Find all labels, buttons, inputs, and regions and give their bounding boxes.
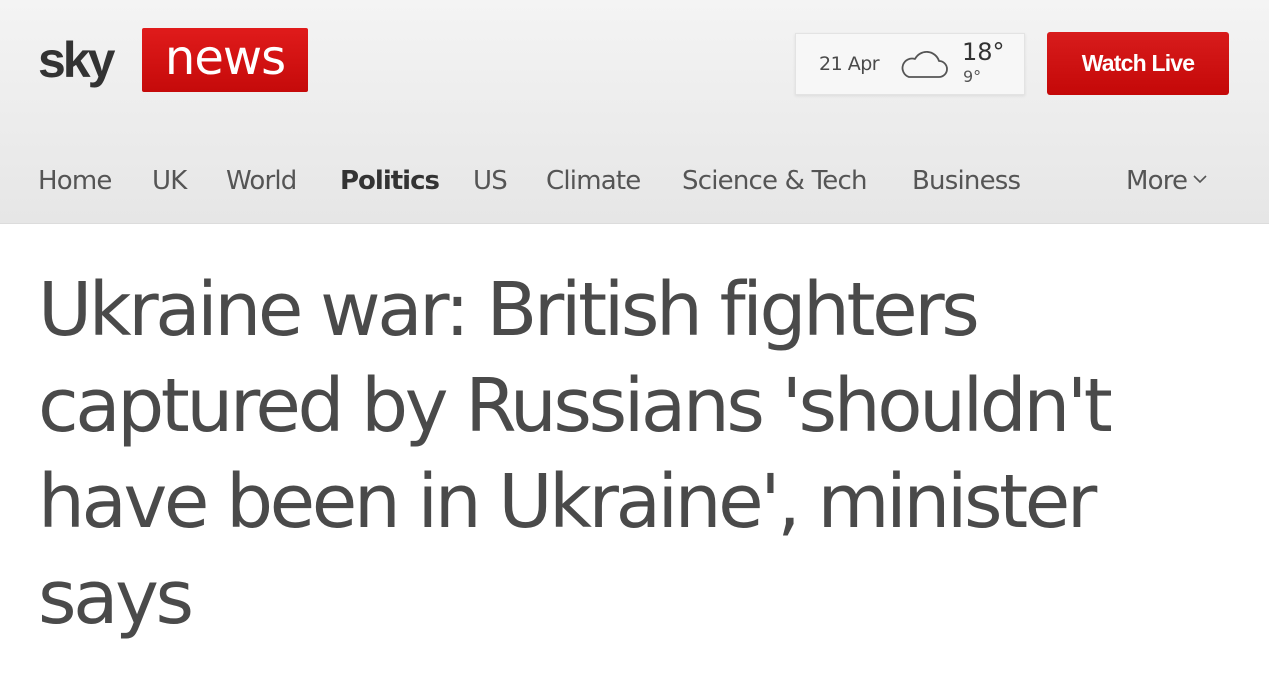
nav-item-us[interactable]: US xyxy=(473,166,508,196)
site-header: sky news 21 Apr 18° 9° Watch Live Home U… xyxy=(0,0,1269,224)
weather-high-temp: 18° xyxy=(962,38,1005,66)
weather-low-temp: 9° xyxy=(963,67,982,86)
nav-item-uk[interactable]: UK xyxy=(152,166,187,196)
nav-item-climate[interactable]: Climate xyxy=(546,166,641,196)
nav-item-world[interactable]: World xyxy=(226,166,297,196)
cloud-icon xyxy=(901,50,948,78)
weather-date: 21 Apr xyxy=(819,53,880,75)
logo-news-text: news xyxy=(142,28,308,92)
nav-item-business[interactable]: Business xyxy=(912,166,1021,196)
weather-widget[interactable]: 21 Apr 18° 9° xyxy=(795,33,1025,95)
nav-item-politics[interactable]: Politics xyxy=(340,166,440,196)
nav-more-button[interactable]: More xyxy=(1126,166,1207,196)
article-headline: Ukraine war: British fighters captured b… xyxy=(38,267,1113,641)
logo-sky-text: sky xyxy=(38,32,115,88)
watch-live-button[interactable]: Watch Live xyxy=(1047,32,1229,95)
nav-more-label: More xyxy=(1126,166,1188,196)
nav-item-science-tech[interactable]: Science & Tech xyxy=(682,166,867,196)
nav-item-home[interactable]: Home xyxy=(38,166,112,196)
chevron-down-icon xyxy=(1193,175,1207,184)
main-nav: Home UK World Politics US Climate Scienc… xyxy=(0,160,1269,206)
